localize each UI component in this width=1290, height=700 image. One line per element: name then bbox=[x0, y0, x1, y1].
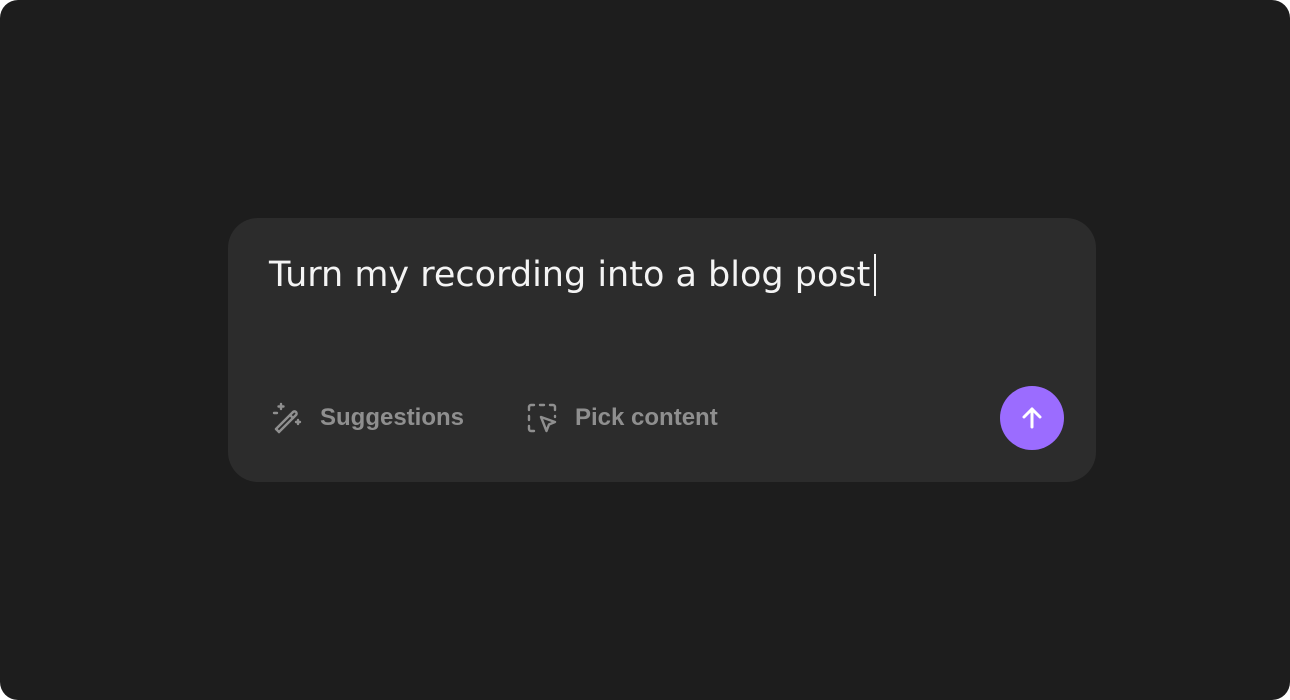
pick-content-button[interactable]: Pick content bbox=[525, 400, 718, 436]
prompt-input[interactable]: Turn my recording into a blog post bbox=[269, 254, 877, 296]
text-caret bbox=[874, 254, 877, 296]
arrow-up-icon bbox=[1022, 407, 1042, 429]
prompt-composer: Turn my recording into a blog post Sugge… bbox=[228, 218, 1096, 482]
suggestions-button[interactable]: Suggestions bbox=[270, 400, 464, 436]
app-window: Turn my recording into a blog post Sugge… bbox=[0, 0, 1290, 700]
select-pointer-icon bbox=[527, 403, 557, 433]
pick-content-label: Pick content bbox=[575, 404, 718, 431]
prompt-text: Turn my recording into a blog post bbox=[269, 255, 871, 295]
suggestions-label: Suggestions bbox=[320, 404, 465, 431]
send-button[interactable] bbox=[1000, 386, 1064, 450]
magic-wand-icon bbox=[272, 402, 302, 434]
